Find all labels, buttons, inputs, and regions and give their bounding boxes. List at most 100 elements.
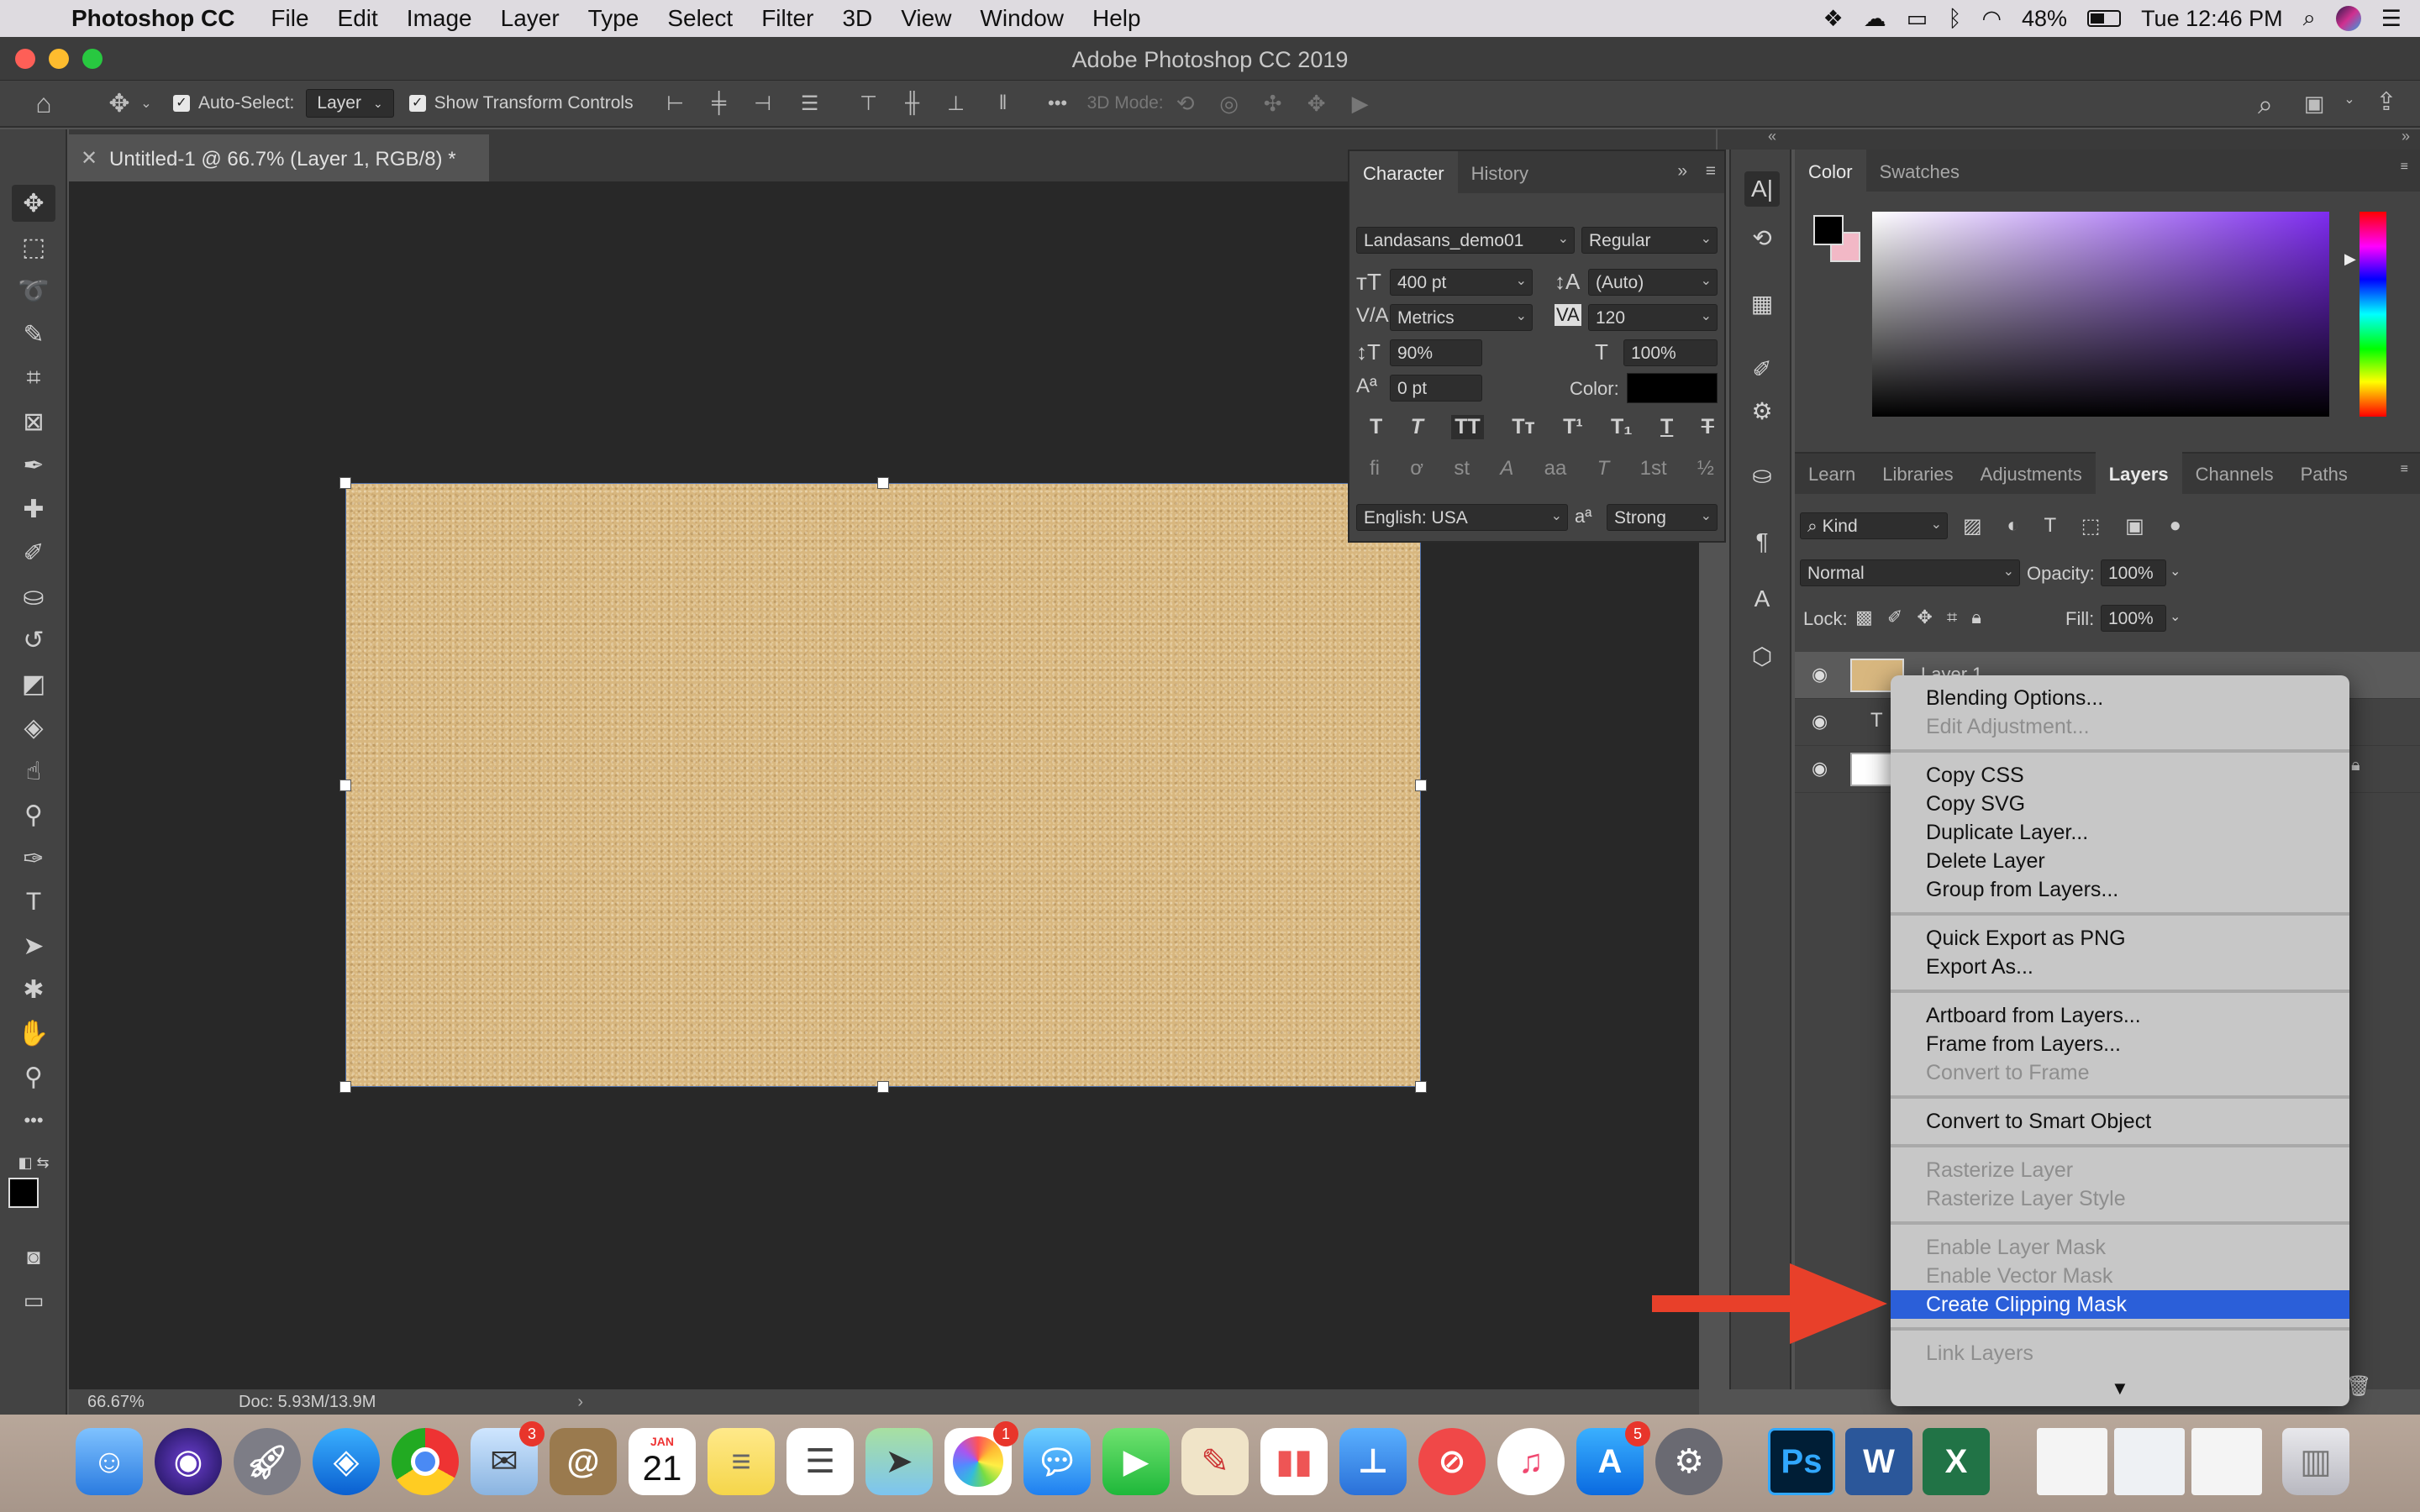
stylistic-alternates-button[interactable]: aa bbox=[1544, 457, 1567, 480]
menu-item-quick-export-png[interactable]: Quick Export as PNG bbox=[1891, 924, 2349, 953]
menu-item-duplicate-layer[interactable]: Duplicate Layer... bbox=[1891, 818, 2349, 847]
menu-item-copy-svg[interactable]: Copy SVG bbox=[1891, 790, 2349, 818]
collapse-panel-icon[interactable]: » bbox=[1677, 161, 1687, 181]
window-thumbnail[interactable] bbox=[2191, 1428, 2262, 1495]
distribute-icon[interactable]: ☰ bbox=[785, 92, 835, 116]
history-brush-tool-icon[interactable]: ↺ bbox=[12, 622, 55, 659]
safari-icon[interactable]: ◈ bbox=[313, 1428, 380, 1495]
transform-handle[interactable] bbox=[1415, 780, 1427, 791]
clone-source-icon[interactable]: ⛀ bbox=[1744, 457, 1780, 492]
fill-field[interactable]: 100% bbox=[2101, 605, 2166, 632]
tab-swatches[interactable]: Swatches bbox=[1866, 150, 1973, 192]
align-hcenter-icon[interactable]: ╪ bbox=[697, 92, 741, 115]
type-filter-icon[interactable]: T bbox=[2044, 514, 2056, 538]
collapse-dock-icon[interactable]: « bbox=[1768, 128, 1776, 145]
creative-cloud-icon[interactable]: ☁ bbox=[1864, 6, 1886, 32]
chevron-down-icon[interactable]: ⌄ bbox=[2339, 91, 2360, 108]
3d-pan-icon[interactable]: ✣ bbox=[1251, 91, 1295, 117]
paragraph-panel-icon[interactable]: ¶ bbox=[1744, 524, 1780, 559]
font-size-field[interactable]: 400 pt ⌄ bbox=[1390, 269, 1533, 296]
blend-mode-dropdown[interactable]: Normal ⌄ bbox=[1800, 559, 2020, 586]
tab-adjustments[interactable]: Adjustments bbox=[1967, 452, 2096, 494]
brush-settings-icon[interactable]: ⚙ bbox=[1744, 393, 1780, 428]
3d-slide-icon[interactable]: ✥ bbox=[1295, 91, 1339, 117]
visibility-eye-icon[interactable]: ◉ bbox=[1812, 664, 1828, 685]
paint-bucket-tool-icon[interactable]: ◈ bbox=[12, 709, 55, 746]
siri-icon[interactable]: ◉ bbox=[155, 1428, 222, 1495]
menu-help[interactable]: Help bbox=[1078, 5, 1155, 32]
airplay-icon[interactable]: ▭ bbox=[1907, 6, 1928, 32]
quick-select-tool-icon[interactable]: ✎ bbox=[12, 316, 55, 353]
frame-tool-icon[interactable]: ⊠ bbox=[12, 403, 55, 440]
3d-scale-icon[interactable]: ▶ bbox=[1339, 91, 1382, 117]
faux-bold-button[interactable]: T bbox=[1370, 415, 1382, 439]
numbers-icon[interactable]: ▮▮ bbox=[1260, 1428, 1328, 1495]
bluetooth-icon[interactable]: ᛒ bbox=[1948, 6, 1961, 32]
quick-mask-icon[interactable]: ◙ bbox=[12, 1238, 55, 1275]
titling-alternates-button[interactable]: T bbox=[1597, 457, 1610, 480]
brush-tool-icon[interactable]: ✐ bbox=[12, 534, 55, 571]
messages-icon[interactable]: 💬︎ bbox=[1023, 1428, 1091, 1495]
shape-filter-icon[interactable]: ⬚ bbox=[2081, 514, 2101, 538]
tab-history[interactable]: History bbox=[1458, 151, 1542, 193]
contacts-icon[interactable]: @ bbox=[550, 1428, 617, 1495]
tab-channels[interactable]: Channels bbox=[2182, 452, 2287, 494]
move-tool-preset-icon[interactable]: ✥ bbox=[103, 89, 136, 118]
transform-handle[interactable] bbox=[339, 1081, 351, 1093]
lock-position-icon[interactable]: ✥ bbox=[1917, 606, 1932, 628]
dodge-tool-icon[interactable]: ⚲ bbox=[12, 796, 55, 833]
menu-item-frame-from-layers[interactable]: Frame from Layers... bbox=[1891, 1030, 2349, 1058]
history-panel-icon[interactable]: ⟲ bbox=[1744, 220, 1780, 255]
chrome-icon[interactable] bbox=[392, 1428, 459, 1495]
panel-menu-icon[interactable]: ≡ bbox=[2401, 462, 2408, 477]
more-options-icon[interactable]: ••• bbox=[1037, 92, 1079, 114]
align-vcenter-icon[interactable]: ╫ bbox=[891, 92, 934, 115]
chevron-right-icon[interactable]: › bbox=[577, 1393, 583, 1412]
wifi-icon[interactable]: ◠ bbox=[1981, 6, 2002, 32]
menu-type[interactable]: Type bbox=[574, 5, 654, 32]
expand-dock-icon[interactable]: » bbox=[2402, 128, 2410, 145]
panel-menu-icon[interactable]: ≡ bbox=[2401, 160, 2408, 175]
transform-handle[interactable] bbox=[877, 477, 889, 489]
visibility-eye-icon[interactable]: ◉ bbox=[1812, 758, 1828, 780]
eraser-tool-icon[interactable]: ◩ bbox=[12, 665, 55, 702]
chevron-down-icon[interactable]: ⌄ bbox=[2170, 563, 2181, 580]
marquee-tool-icon[interactable]: ⬚ bbox=[12, 228, 55, 265]
eyedropper-tool-icon[interactable]: ✒ bbox=[12, 447, 55, 484]
battery-icon[interactable] bbox=[2087, 10, 2122, 27]
lock-all-icon[interactable]: 🔒︎ bbox=[1971, 606, 1981, 628]
menu-file[interactable]: File bbox=[256, 5, 323, 32]
menu-window[interactable]: Window bbox=[965, 5, 1078, 32]
photoshop-icon[interactable]: Ps bbox=[1768, 1428, 1835, 1495]
fractions-button[interactable]: ½ bbox=[1697, 457, 1714, 480]
menu-item-artboard-from-layers[interactable]: Artboard from Layers... bbox=[1891, 1001, 2349, 1030]
auto-select-checkbox[interactable]: ✓ bbox=[173, 95, 190, 112]
finder-icon[interactable]: ☺ bbox=[76, 1428, 143, 1495]
menu-image[interactable]: Image bbox=[392, 5, 487, 32]
tab-character[interactable]: Character bbox=[1349, 151, 1458, 193]
auto-select-dropdown[interactable]: Layer ⌄ bbox=[306, 89, 394, 118]
character-panel-icon[interactable]: A| bbox=[1744, 171, 1780, 207]
transform-handle[interactable] bbox=[877, 1081, 889, 1093]
baseline-shift-field[interactable]: 0 pt bbox=[1390, 375, 1482, 402]
distribute-vertical-icon[interactable]: ‖ bbox=[978, 92, 1028, 115]
3d-roll-icon[interactable]: ◎ bbox=[1207, 91, 1251, 117]
properties-panel-icon[interactable]: ▦ bbox=[1744, 286, 1780, 321]
visibility-eye-icon[interactable]: ◉ bbox=[1812, 711, 1828, 732]
font-family-dropdown[interactable]: Landasans_demo01 ⌄ bbox=[1356, 227, 1575, 254]
filter-toggle-icon[interactable]: ● bbox=[2169, 514, 2181, 538]
hue-slider[interactable] bbox=[2360, 212, 2386, 417]
menu-scroll-down-icon[interactable]: ▼ bbox=[2111, 1378, 2129, 1399]
discretionary-ligatures-button[interactable]: st bbox=[1454, 457, 1470, 480]
superscript-button[interactable]: T¹ bbox=[1563, 415, 1583, 439]
lasso-tool-icon[interactable]: ➰ bbox=[12, 272, 55, 309]
menu-item-blending-options[interactable]: Blending Options... bbox=[1891, 684, 2349, 712]
clone-stamp-tool-icon[interactable]: ⛀ bbox=[12, 578, 55, 615]
tab-learn[interactable]: Learn bbox=[1795, 452, 1869, 494]
edit-toolbar-icon[interactable]: ••• bbox=[12, 1102, 55, 1139]
close-tab-icon[interactable]: ✕ bbox=[81, 146, 97, 171]
mail-icon[interactable]: ✉ 3 bbox=[471, 1421, 544, 1495]
menu-select[interactable]: Select bbox=[653, 5, 747, 32]
align-left-icon[interactable]: ⊢ bbox=[654, 92, 697, 116]
itunes-icon[interactable]: ♫ bbox=[1497, 1428, 1565, 1495]
